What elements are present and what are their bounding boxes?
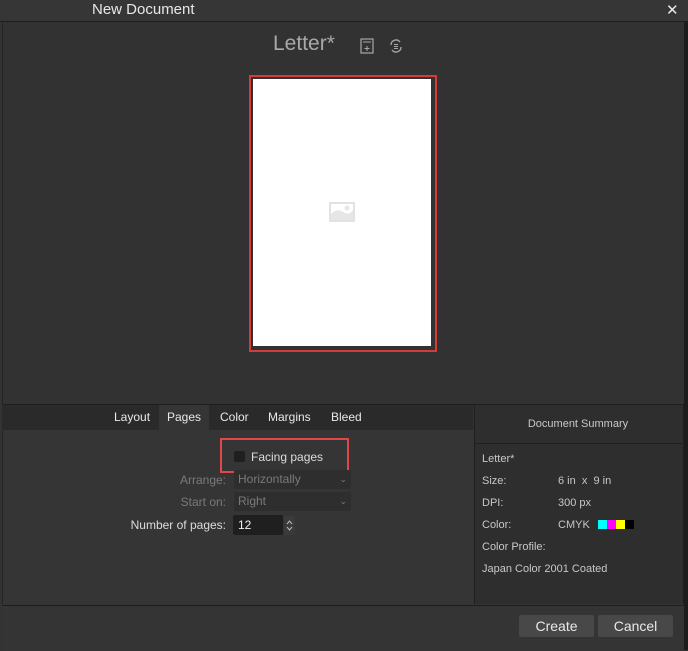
arrange-select[interactable]: Horizontally ⌄ [234,470,351,489]
tab-margins[interactable]: Margins [260,405,319,430]
magenta-swatch [607,520,616,529]
tab-layout[interactable]: Layout [106,405,158,430]
tab-pages[interactable]: Pages [159,405,210,430]
orientation-toggle-icon[interactable] [388,38,404,54]
create-button[interactable]: Create [519,615,594,637]
yellow-swatch [616,520,625,529]
close-icon[interactable]: ✕ [666,1,679,19]
summary-color-value: CMYK [558,519,590,531]
number-of-pages-value: 12 [238,518,252,532]
tab-bleed[interactable]: Bleed [323,405,370,430]
number-of-pages-label: Number of pages: [130,518,226,532]
black-swatch [625,520,634,529]
document-add-icon[interactable] [360,38,374,54]
start-on-select[interactable]: Right ⌄ [234,492,351,511]
window-title: New Document [92,1,195,18]
tab-color[interactable]: Color [212,405,257,430]
facing-pages-label: Facing pages [251,450,324,464]
summary-profile-value: Japan Color 2001 Coated [482,563,608,575]
start-on-label: Start on: [180,495,226,509]
title-bar: New Document ✕ [0,0,688,22]
chevron-down-icon: ⌄ [339,474,347,484]
summary-document-name: Letter* [482,453,515,465]
summary-size-value: 6 in x 9 in [558,475,612,487]
image-placeholder-icon [329,202,355,222]
summary-dpi-label: DPI: [482,497,504,509]
arrange-value: Horizontally [238,472,301,486]
arrange-label: Arrange: [179,473,226,487]
number-of-pages-input[interactable]: 12 [233,515,283,535]
start-on-value: Right [238,494,267,508]
window-edge [684,21,688,650]
summary-dpi-value: 300 px [558,497,592,509]
cancel-button[interactable]: Cancel [598,615,673,637]
facing-pages-checkbox[interactable] [234,451,245,462]
cyan-swatch [598,520,607,529]
summary-profile-label: Color Profile: [482,541,546,553]
summary-size-label: Size: [482,475,507,487]
chevron-down-icon: ⌄ [339,496,347,506]
number-of-pages-stepper[interactable] [284,516,295,535]
document-name: Letter* [273,32,335,55]
summary-color-label: Color: [482,519,512,531]
summary-header: Document Summary [474,405,682,444]
